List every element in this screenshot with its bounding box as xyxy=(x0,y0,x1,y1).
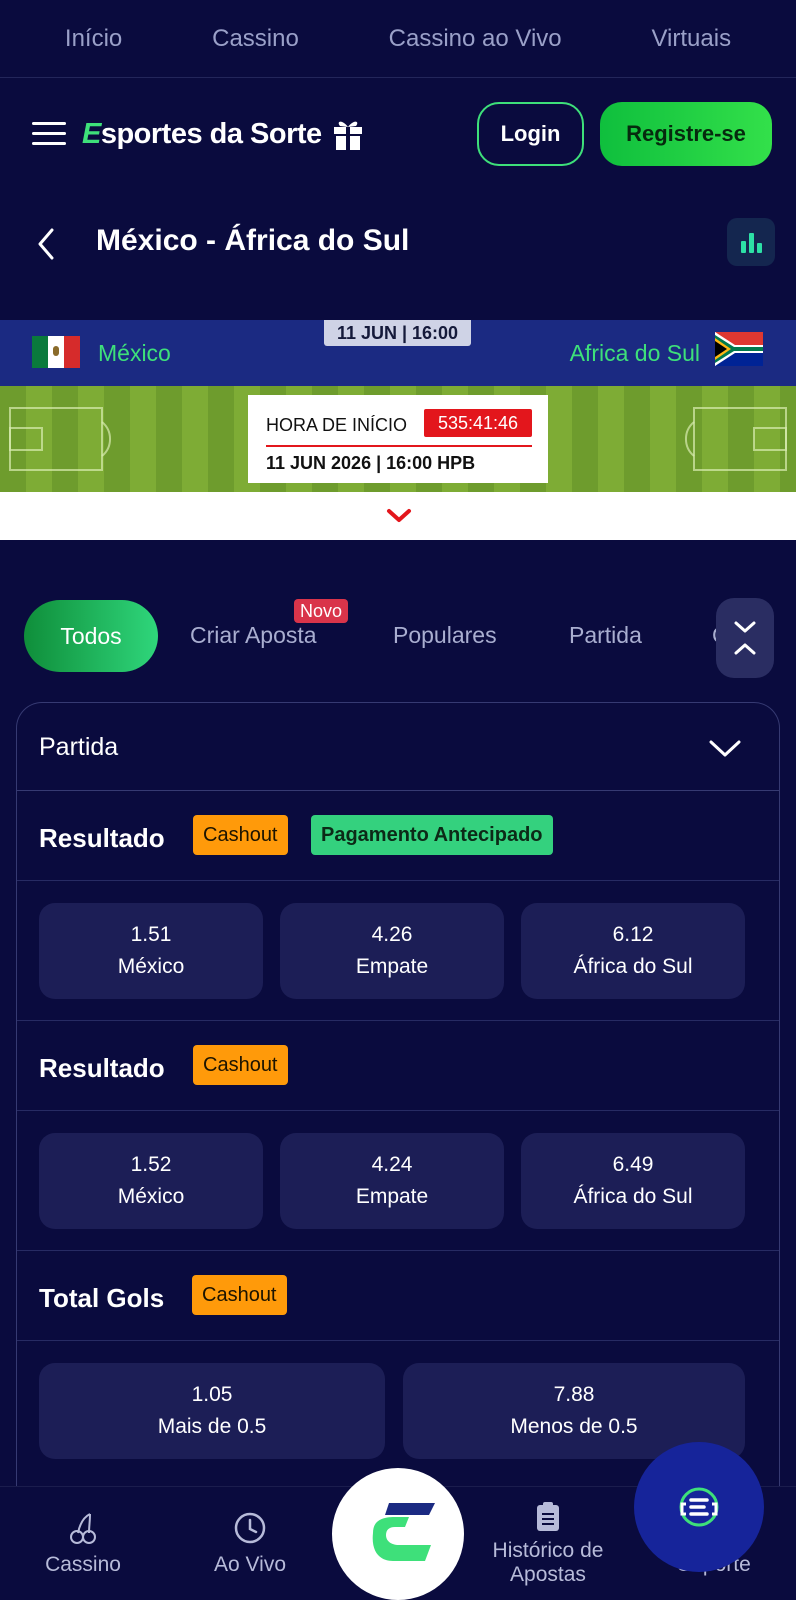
page-title: México - África do Sul xyxy=(96,224,410,257)
register-button[interactable]: Registre-se xyxy=(600,102,772,166)
tab-populares[interactable]: Populares xyxy=(393,622,497,649)
south-africa-flag-icon xyxy=(715,332,763,366)
statistics-icon[interactable] xyxy=(727,218,775,266)
cashout-badge: Cashout xyxy=(193,1045,288,1085)
market-odds: 1.51 México 4.26 Empate 6.12 África do S… xyxy=(17,881,779,1021)
start-time-label: HORA DE INÍCIO xyxy=(266,415,408,435)
bottom-nav-cassino[interactable]: Cassino xyxy=(30,1487,136,1600)
home-logo-button[interactable] xyxy=(332,1468,464,1600)
top-nav-virtuais[interactable]: Virtuais xyxy=(651,25,731,53)
early-payout-badge: Pagamento Antecipado xyxy=(311,815,553,855)
collapse-toggle[interactable] xyxy=(0,492,796,540)
countdown-timer: 535:41:46 xyxy=(424,409,532,437)
pitch-graphic: HORA DE INÍCIO 535:41:46 11 JUN 2026 | 1… xyxy=(0,386,796,492)
top-nav-inicio[interactable]: Início xyxy=(65,25,122,53)
match-date-tag: 11 JUN | 16:00 xyxy=(324,320,471,346)
bottom-nav-ao-vivo[interactable]: Ao Vivo xyxy=(196,1487,304,1600)
chevron-down-icon xyxy=(387,509,411,522)
menu-icon[interactable] xyxy=(32,122,66,146)
odd-button[interactable]: 4.24 Empate xyxy=(280,1133,504,1229)
market-tabs: Todos Criar Aposta Novo Populares Partid… xyxy=(0,598,796,678)
expand-arrows-icon xyxy=(734,621,756,655)
new-badge: Novo xyxy=(294,599,349,623)
teams-bar: 11 JUN | 16:00 México Africa do Sul xyxy=(0,320,796,386)
logo[interactable]: Esportes da Sorte xyxy=(82,114,364,154)
away-team-name: Africa do Sul xyxy=(569,340,700,366)
gift-icon[interactable] xyxy=(332,117,364,151)
market-header: Resultado Cashout Pagamento Antecipado xyxy=(17,791,779,881)
clock-icon xyxy=(234,1512,266,1544)
market-header: Resultado Cashout xyxy=(17,1021,779,1111)
odd-button[interactable]: 1.52 México xyxy=(39,1133,263,1229)
start-datetime: 11 JUN 2026 | 16:00 HPB xyxy=(266,453,476,473)
back-arrow-icon[interactable] xyxy=(34,226,58,262)
market-title: Resultado xyxy=(39,1053,165,1083)
tab-todos[interactable]: Todos xyxy=(24,600,158,672)
cashout-badge: Cashout xyxy=(193,815,288,855)
match-title-bar: México - África do Sul xyxy=(0,196,796,292)
odd-button[interactable]: 6.12 África do Sul xyxy=(521,903,745,999)
cashout-badge: Cashout xyxy=(192,1275,287,1315)
top-nav-cassino-ao-vivo[interactable]: Cassino ao Vivo xyxy=(389,25,562,53)
odd-button[interactable]: 6.49 África do Sul xyxy=(521,1133,745,1229)
top-nav: Início Cassino Cassino ao Vivo Virtuais xyxy=(0,0,796,78)
home-team-name: México xyxy=(98,340,171,366)
odd-button[interactable]: 1.51 México xyxy=(39,903,263,999)
start-time-box: HORA DE INÍCIO 535:41:46 11 JUN 2026 | 1… xyxy=(248,395,548,483)
top-nav-cassino[interactable]: Cassino xyxy=(212,25,299,53)
tab-criar-aposta[interactable]: Criar Aposta xyxy=(190,622,317,649)
clipboard-icon xyxy=(537,1502,559,1531)
esportes-logo-icon xyxy=(372,1503,435,1561)
chevron-down-icon xyxy=(709,740,741,757)
market-header: Total Gols Cashout xyxy=(17,1251,779,1341)
cherries-icon xyxy=(70,1513,96,1544)
support-button[interactable] xyxy=(634,1442,764,1572)
tab-partida[interactable]: Partida xyxy=(569,622,642,649)
panel-title: Partida xyxy=(39,733,119,761)
login-button[interactable]: Login xyxy=(477,102,584,166)
expand-collapse-button[interactable] xyxy=(716,598,774,678)
odd-button[interactable]: 4.26 Empate xyxy=(280,903,504,999)
mexico-flag-icon xyxy=(32,336,80,368)
odd-button[interactable]: 1.05 Mais de 0.5 xyxy=(39,1363,385,1459)
panel-header[interactable]: Partida xyxy=(17,703,779,791)
site-header: Esportes da Sorte Login Registre-se xyxy=(0,78,796,196)
market-odds: 1.52 México 4.24 Empate 6.49 África do S… xyxy=(17,1111,779,1251)
market-title: Total Gols xyxy=(39,1283,165,1313)
support-chat-icon xyxy=(679,1487,719,1527)
bottom-nav-historico[interactable]: Histórico de Apostas xyxy=(476,1487,620,1600)
market-title: Resultado xyxy=(39,823,165,853)
